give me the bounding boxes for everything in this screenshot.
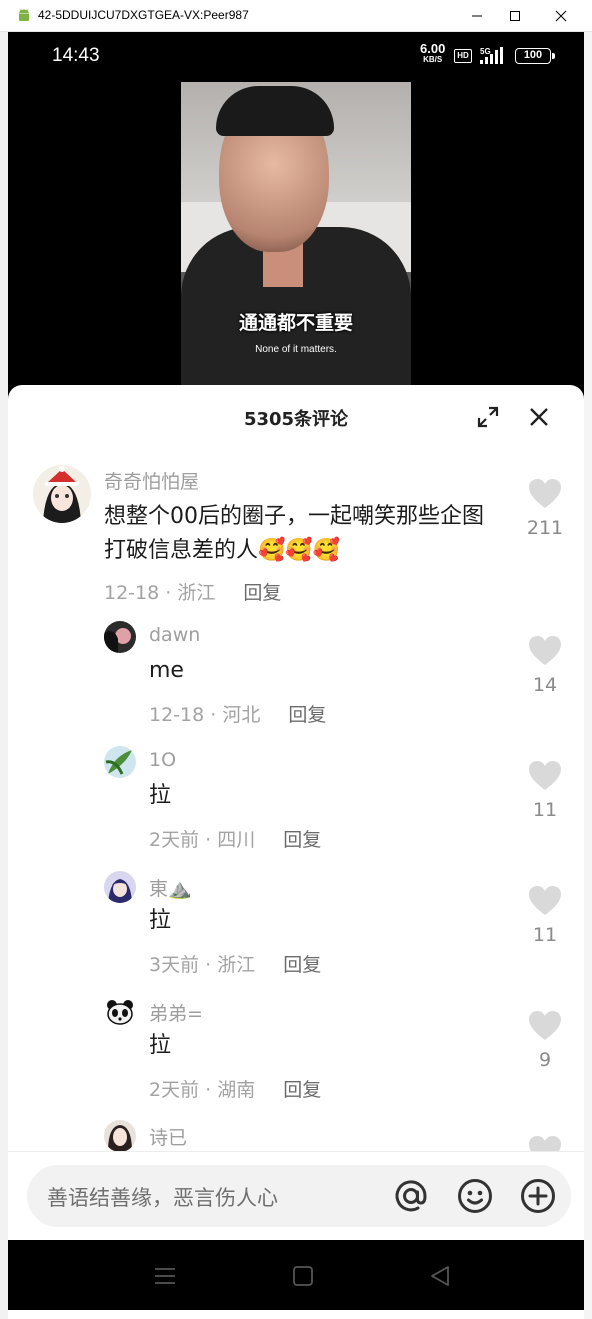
avatar[interactable] bbox=[104, 996, 136, 1028]
like-count: 11 bbox=[532, 799, 558, 821]
reply-meta: 2天前 · 四川 回复 bbox=[149, 825, 321, 852]
minimize-icon bbox=[472, 15, 482, 17]
reply-meta: 12-18 · 河北 回复 bbox=[149, 700, 326, 727]
maximize-button[interactable] bbox=[492, 0, 538, 32]
reply-username[interactable]: 弟弟= bbox=[149, 999, 203, 1026]
home-icon[interactable] bbox=[291, 1264, 315, 1288]
reply-username[interactable]: 1O bbox=[149, 749, 176, 771]
status-bar: 14:43 6.00 KB/S HD 5G 100 bbox=[8, 32, 584, 82]
heart-icon[interactable] bbox=[528, 635, 562, 667]
heart-icon[interactable] bbox=[528, 1010, 562, 1042]
like-count: 9 bbox=[538, 1049, 552, 1071]
reply-button[interactable]: 回复 bbox=[283, 1079, 321, 1101]
video-person-hair bbox=[216, 86, 334, 136]
heart-icon[interactable] bbox=[528, 478, 562, 510]
comment-username[interactable]: 奇奇怕怕屋 bbox=[104, 467, 199, 494]
menu-icon[interactable] bbox=[153, 1264, 177, 1288]
comment-meta: 12-18 · 浙江 回复 bbox=[104, 578, 281, 605]
android-icon bbox=[19, 9, 29, 21]
avatar[interactable] bbox=[104, 621, 136, 653]
comment-input[interactable]: 善语结善缘，恶言伤人心 bbox=[27, 1165, 571, 1227]
network-speed-unit: KB/S bbox=[423, 55, 443, 64]
desktop-background-right bbox=[584, 32, 592, 1319]
expand-icon[interactable] bbox=[476, 405, 500, 429]
network-speed: 6.00 KB/S bbox=[420, 41, 446, 65]
battery-tip bbox=[552, 53, 555, 59]
reply-text: 拉 bbox=[149, 908, 172, 933]
like-count: 11 bbox=[532, 924, 558, 946]
close-window-icon bbox=[555, 10, 567, 22]
comment-input-bar: 善语结善缘，恶言伤人心 bbox=[8, 1151, 584, 1240]
hd-badge: HD bbox=[454, 49, 472, 63]
reply-button[interactable]: 回复 bbox=[288, 704, 326, 726]
reply-date-location: 2天前 · 四川 bbox=[149, 829, 256, 851]
close-window-button[interactable] bbox=[538, 0, 584, 32]
like-count: 14 bbox=[532, 674, 558, 696]
reply-username[interactable]: dawn bbox=[149, 624, 200, 646]
emoji-icon[interactable] bbox=[456, 1177, 494, 1215]
video-subtitle-english: None of it matters. bbox=[255, 344, 337, 355]
heart-icon[interactable] bbox=[528, 760, 562, 792]
avatar[interactable] bbox=[104, 871, 136, 903]
reply-item[interactable]: dawn me 12-18 · 河北 回复 14 bbox=[8, 621, 584, 731]
battery-indicator: 100 bbox=[515, 48, 551, 64]
comment-input-placeholder: 善语结善缘，恶言伤人心 bbox=[47, 1186, 278, 1210]
reply-username[interactable]: 東⛰️ bbox=[149, 874, 192, 901]
signal-5g-icon: 5G bbox=[480, 47, 503, 64]
reply-date-location: 12-18 · 河北 bbox=[149, 704, 261, 726]
phone-screen: 14:43 6.00 KB/S HD 5G 100 通通都不重要 None of… bbox=[8, 32, 584, 1310]
avatar[interactable] bbox=[104, 746, 136, 778]
video-player[interactable]: 通通都不重要 None of it matters. bbox=[181, 82, 411, 392]
reply-text: 拉 bbox=[149, 1033, 172, 1058]
comments-sheet: 5305条评论 奇奇怕怕屋 想整个00后的圈子，一起嘲笑那些企图打破信息差的人🥰… bbox=[8, 385, 584, 1240]
video-subtitle-chinese: 通通都不重要 bbox=[238, 312, 353, 334]
comment-text: 想整个00后的圈子，一起嘲笑那些企图打破信息差的人🥰🥰🥰 bbox=[104, 504, 484, 563]
window-titlebar: 42-5DDUIJCU7DXGTGEA-VX:Peer987 bbox=[0, 0, 592, 32]
android-navigation-bar bbox=[8, 1240, 584, 1310]
reply-date-location: 2天前 · 湖南 bbox=[149, 1079, 256, 1101]
reply-item[interactable]: 弟弟= 拉 2天前 · 湖南 回复 9 bbox=[8, 996, 584, 1106]
window-title: 42-5DDUIJCU7DXGTGEA-VX:Peer987 bbox=[38, 8, 249, 22]
at-icon[interactable] bbox=[392, 1177, 430, 1215]
plus-icon[interactable] bbox=[519, 1177, 557, 1215]
reply-text: me bbox=[149, 658, 184, 683]
comment-item[interactable]: 奇奇怕怕屋 想整个00后的圈子，一起嘲笑那些企图打破信息差的人🥰🥰🥰 12-18… bbox=[8, 465, 584, 605]
heart-icon[interactable] bbox=[528, 885, 562, 917]
reply-meta: 2天前 · 湖南 回复 bbox=[149, 1075, 321, 1102]
reply-username[interactable]: 诗已 bbox=[149, 1123, 187, 1150]
network-speed-value: 6.00 bbox=[420, 41, 446, 56]
reply-text: 拉 bbox=[149, 783, 172, 808]
back-icon[interactable] bbox=[428, 1264, 452, 1288]
reply-button[interactable]: 回复 bbox=[283, 829, 321, 851]
desktop-background-left bbox=[0, 32, 8, 1319]
maximize-icon bbox=[510, 11, 520, 21]
reply-button[interactable]: 回复 bbox=[243, 582, 281, 604]
reply-meta: 3天前 · 浙江 回复 bbox=[149, 950, 321, 977]
reply-item[interactable]: 東⛰️ 拉 3天前 · 浙江 回复 11 bbox=[8, 871, 584, 981]
close-icon[interactable] bbox=[527, 405, 551, 429]
reply-date-location: 3天前 · 浙江 bbox=[149, 954, 256, 976]
reply-item[interactable]: 1O 拉 2天前 · 四川 回复 11 bbox=[8, 746, 584, 856]
avatar[interactable] bbox=[104, 1120, 136, 1152]
comment-date-location: 12-18 · 浙江 bbox=[104, 582, 216, 604]
avatar[interactable] bbox=[33, 465, 91, 523]
reply-button[interactable]: 回复 bbox=[283, 954, 321, 976]
network-type: 5G bbox=[480, 47, 491, 56]
like-count: 211 bbox=[526, 517, 564, 539]
status-time: 14:43 bbox=[52, 45, 100, 66]
